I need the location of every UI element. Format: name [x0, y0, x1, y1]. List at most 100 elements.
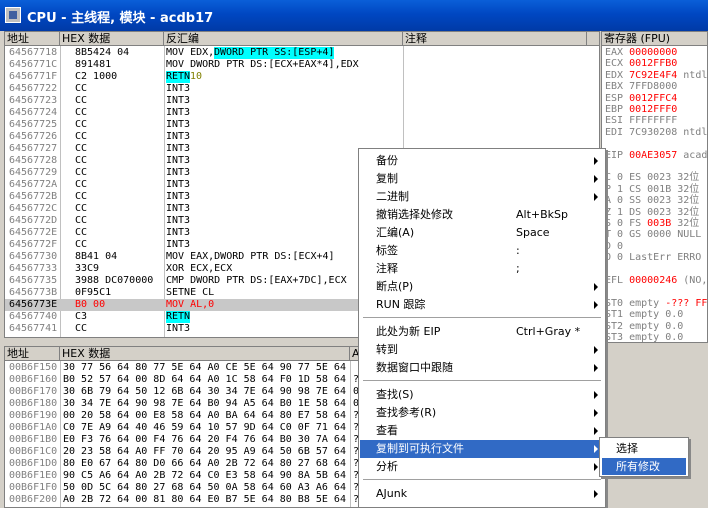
dump-row[interactable]: 00B6F1C0 20 23 58 64 A0 FF 70 64 20 95 A9… — [5, 446, 383, 458]
scroll-up-button[interactable] — [587, 32, 599, 46]
register-row[interactable]: EBP 0012FFF0 — [605, 104, 677, 116]
registers-header[interactable]: 寄存器 (FPU) — [602, 32, 707, 46]
register-row[interactable]: ST3 empty 0.0 — [605, 332, 684, 343]
register-label: S 0 FS — [605, 218, 648, 229]
menu-item-breakpoint[interactable]: 断点(P) — [360, 278, 604, 296]
row-disasm: INT3 — [166, 191, 191, 202]
disasm-row[interactable]: 64567718 8B5424 04 MOV EDX, DWORD PTR SS:[E… — [5, 47, 587, 59]
disasm-row[interactable]: 6456771C 891481 MOV DWORD PTR DS:[ECX+EAX*… — [5, 59, 587, 71]
menu-item-shortcut: : — [516, 244, 520, 257]
menu-item-run-trace[interactable]: RUN 跟踪 — [360, 296, 604, 314]
register-label: D 0 — [605, 240, 624, 252]
register-label: EAX — [605, 47, 630, 58]
register-row[interactable]: Z 1 DS 0023 32位 — [605, 207, 699, 219]
dump-row[interactable]: 00B6F180 30 34 7E 64 90 98 7E 64 B0 94 A5… — [5, 398, 383, 410]
register-row[interactable]: ST0 empty -??? FF — [605, 298, 707, 310]
menu-item-label: 注释 — [376, 262, 398, 275]
register-row[interactable]: A 0 SS 0023 32位 — [605, 195, 699, 207]
register-row[interactable]: D 0 — [605, 241, 623, 253]
submenu-item-all-modifications[interactable]: 所有修改 — [602, 458, 686, 475]
menu-item-follow-in-dump[interactable]: 数据窗口中跟随 — [360, 359, 604, 377]
dump-row[interactable]: 00B6F1F0 50 0D 5C 64 80 27 68 64 50 0A 58… — [5, 482, 383, 494]
menu-item-ajunk[interactable]: AJunk — [360, 485, 604, 503]
register-row[interactable]: EFL 00000246 (NO, — [605, 275, 707, 287]
register-row[interactable]: EDX 7C92E4F4 ntdll — [605, 70, 707, 82]
register-row[interactable]: EIP 00AE3057 acad — [605, 150, 707, 162]
row-disasm: INT3 — [166, 143, 191, 154]
menu-item-find-references[interactable]: 查找参考(R) — [360, 404, 604, 422]
dump-row[interactable]: 00B6F1A0 C0 7E A9 64 40 46 59 64 10 57 9D… — [5, 422, 383, 434]
submenu-arrow-icon — [594, 175, 598, 183]
menu-item-search[interactable]: 查找(S) — [360, 386, 604, 404]
col-header-comment[interactable]: 注释 — [403, 32, 587, 46]
menu-item-copy[interactable]: 复制 — [360, 170, 604, 188]
dump-row[interactable]: 00B6F1E0 90 C5 A6 64 A0 2B 72 64 C0 E3 58… — [5, 470, 383, 482]
row-address: 6456772C — [9, 203, 58, 214]
menu-item-shortcut: Alt+BkSp — [516, 208, 568, 221]
register-label: EBP — [605, 104, 630, 115]
dump-row[interactable]: 00B6F170 30 6B 79 64 50 12 6B 64 30 34 7E… — [5, 386, 383, 398]
dump-row[interactable]: 00B6F150 30 77 56 64 80 77 5E 64 A0 CE 5E… — [5, 362, 383, 374]
dump-row[interactable]: 00B6F200 A0 2B 72 64 00 81 80 64 E0 B7 5E… — [5, 494, 383, 506]
disasm-row[interactable]: 6456771F C2 1000 RETN 10 — [5, 71, 587, 83]
menu-item-label: RUN 跟踪 — [376, 298, 426, 311]
row-hex: CC — [75, 215, 88, 226]
register-row[interactable]: ESI FFFFFFFF — [605, 115, 677, 127]
menu-item-goto[interactable]: 转到 — [360, 341, 604, 359]
menu-item-analysis[interactable]: 分析 — [360, 458, 604, 476]
disasm-row[interactable]: 64567725 CC INT3 — [5, 119, 587, 131]
col-header-dump-address[interactable]: 地址 — [5, 347, 60, 361]
dump-address: 00B6F1E0 — [9, 470, 58, 481]
register-row[interactable]: ECX 0012FFB0 — [605, 58, 677, 70]
register-row[interactable]: ST2 empty 0.0 — [605, 321, 683, 333]
title-bar[interactable]: CPU - 主线程, 模块 - acdb17 — [0, 0, 708, 31]
col-header-disasm[interactable]: 反汇编 — [164, 32, 403, 46]
row-hex: CC — [75, 155, 88, 166]
register-row[interactable]: ST1 empty 0.0 — [605, 309, 683, 321]
menu-item-undo-selection[interactable]: 撤销选择处修改 Alt+BkSp — [360, 206, 604, 224]
menu-item-copy-to-executable[interactable]: 复制到可执行文件 — [360, 440, 604, 458]
register-row[interactable]: EAX 00000000 — [605, 47, 677, 59]
menu-item-new-origin[interactable]: 此处为新 EIP Ctrl+Gray * — [360, 323, 604, 341]
dump-pane[interactable]: 地址 HEX 数据 A 00B6F150 30 77 56 64 80 77 5E… — [4, 346, 384, 508]
register-row[interactable]: S 0 FS 003B 32位 — [605, 218, 699, 230]
submenu-arrow-icon — [594, 490, 598, 498]
register-row[interactable]: EDI 7C930208 ntdll — [605, 127, 707, 139]
row-address: 6456772D — [9, 215, 58, 226]
menu-item-label[interactable]: 标签: — [360, 242, 604, 260]
dump-row[interactable]: 00B6F1B0 E0 F3 76 64 00 F4 76 64 20 F4 76… — [5, 434, 383, 446]
register-row[interactable]: T 0 GS 0000 NULL — [605, 229, 701, 241]
registers-pane[interactable]: 寄存器 (FPU) EAX 00000000 ECX 0012FFB0 EDX 7C… — [601, 31, 708, 343]
dump-row[interactable]: 00B6F190 00 20 58 64 00 E8 58 64 A0 BA 64… — [5, 410, 383, 422]
disasm-row[interactable]: 64567724 CC INT3 — [5, 107, 587, 119]
menu-item-comment[interactable]: 注释; — [360, 260, 604, 278]
row-address: 64567723 — [9, 95, 58, 106]
register-row[interactable]: EBX 7FFD8000 — [605, 81, 677, 93]
row-address: 64567725 — [9, 119, 58, 130]
col-header-address[interactable]: 地址 — [5, 32, 60, 46]
row-address: 6456773E — [9, 299, 58, 310]
register-row[interactable]: O 0 LastErr ERRO — [605, 252, 701, 264]
dump-row[interactable]: 00B6F160 B0 52 57 64 00 8D 64 64 A0 1C 58… — [5, 374, 383, 386]
register-label: ST3 empty 0.0 — [605, 332, 684, 343]
register-row[interactable]: C 0 ES 0023 32位 — [605, 172, 699, 184]
dump-row[interactable]: 00B6F1D0 80 E0 67 64 80 D0 66 64 A0 2B 72… — [5, 458, 383, 470]
row-address: 6456772E — [9, 227, 58, 238]
col-header-dump-hex[interactable]: HEX 数据 — [60, 347, 350, 361]
disasm-row[interactable]: 64567722 CC INT3 — [5, 83, 587, 95]
menu-item-view[interactable]: 查看 — [360, 422, 604, 440]
disasm-row[interactable]: 64567723 CC INT3 — [5, 95, 587, 107]
register-label: EFL — [605, 275, 630, 286]
col-header-hex[interactable]: HEX 数据 — [60, 32, 164, 46]
submenu-item-selection[interactable]: 选择 — [602, 440, 686, 457]
menu-item-backup[interactable]: 备份 — [360, 152, 604, 170]
row-hex: C3 — [75, 311, 88, 322]
menu-item-label: 汇编(A) — [376, 226, 415, 239]
disasm-row[interactable]: 64567726 CC INT3 — [5, 131, 587, 143]
context-menu[interactable]: 备份 复制 二进制 撤销选择处修改 Alt+BkSp 汇编(A) Space 标签: 注释; 断点… — [358, 148, 606, 508]
register-row[interactable]: ESP 0012FFC4 — [605, 93, 677, 105]
menu-item-assemble[interactable]: 汇编(A) Space — [360, 224, 604, 242]
register-row[interactable]: P 1 CS 001B 32位 — [605, 184, 699, 196]
copy-to-exe-submenu[interactable]: 选择 所有修改 — [599, 437, 689, 477]
menu-item-binary[interactable]: 二进制 — [360, 188, 604, 206]
